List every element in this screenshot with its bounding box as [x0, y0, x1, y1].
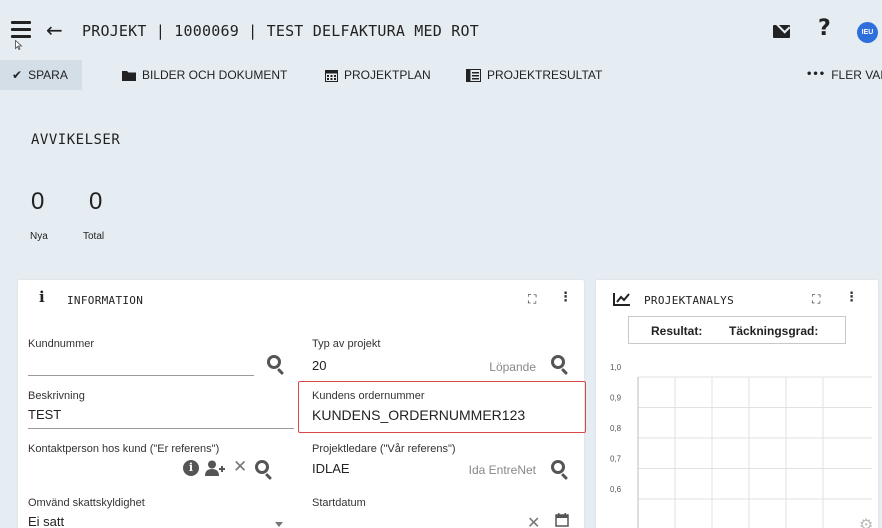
calendar-icon[interactable] — [555, 513, 569, 527]
table-icon — [466, 68, 481, 82]
folder-icon — [122, 70, 136, 81]
back-arrow-icon[interactable]: ← — [46, 18, 63, 42]
customer-order-number-field[interactable]: Kundens ordernummer KUNDENS_ORDERNUMMER1… — [312, 390, 576, 432]
project-type-label: Typ av projekt — [312, 338, 381, 350]
clear-icon[interactable]: ✕ — [527, 513, 540, 528]
y-tick-label: 1,0 — [610, 363, 622, 372]
check-icon: ✔ — [12, 68, 23, 82]
project-manager-label: Projektledare ("Vår referens") — [312, 443, 456, 455]
project-plan-button[interactable]: PROJEKTPLAN — [325, 60, 431, 90]
project-result-button[interactable]: PROJEKTRESULTAT — [466, 60, 602, 90]
project-manager-value: IDLAE — [312, 461, 350, 476]
start-date-label: Startdatum — [312, 497, 366, 509]
project-manager-hint: Ida EntreNet — [468, 463, 536, 477]
information-card-header: i INFORMATION ⛶ ⋮ — [18, 280, 584, 316]
menu-icon[interactable] — [11, 21, 31, 39]
reverse-vat-field[interactable]: Omvänd skattskyldighet Ei satt — [28, 497, 288, 528]
search-icon[interactable] — [551, 460, 565, 474]
project-plan-label: PROJEKTPLAN — [344, 68, 431, 82]
deviations-new-count[interactable]: 0 — [31, 188, 44, 216]
customer-order-number-value: KUNDENS_ORDERNUMMER123 — [312, 407, 526, 423]
top-bar: ← PROJEKT | 1000069 | TEST DELFAKTURA ME… — [0, 0, 882, 60]
save-button[interactable]: ✔ SPARA — [0, 60, 82, 90]
avatar[interactable]: IEU — [857, 22, 878, 43]
search-icon[interactable] — [267, 355, 281, 369]
calendar-icon — [325, 69, 338, 82]
project-analysis-card: PROJEKTANALYS ⛶ ⋮ Resultat: Täckningsgra… — [596, 280, 878, 528]
project-manager-field[interactable]: Projektledare ("Vår referens") IDLAE Ida… — [312, 443, 576, 483]
deviations-total-count[interactable]: 0 — [89, 188, 102, 216]
start-date-field[interactable]: Startdatum ✕ — [312, 497, 576, 528]
info-icon: i — [39, 288, 45, 306]
description-value: TEST — [28, 407, 62, 422]
add-user-icon[interactable] — [205, 460, 225, 476]
project-result-label: PROJEKTRESULTAT — [487, 68, 603, 82]
contact-person-field[interactable]: Kontaktperson hos kund ("Er referens") i… — [28, 443, 290, 483]
cursor-icon — [15, 40, 23, 50]
project-type-hint: Löpande — [489, 360, 536, 374]
save-button-label: SPARA — [28, 68, 68, 82]
page-title: PROJEKT | 1000069 | TEST DELFAKTURA MED … — [82, 22, 479, 40]
customer-order-number-label: Kundens ordernummer — [312, 390, 425, 402]
mail-icon[interactable] — [773, 25, 790, 38]
project-type-value: 20 — [312, 358, 327, 373]
description-label: Beskrivning — [28, 390, 85, 402]
deviations-title: AVVIKELSER — [31, 132, 121, 148]
contact-person-label: Kontaktperson hos kund ("Er referens") — [28, 443, 220, 455]
customer-number-field[interactable]: Kundnummer — [28, 338, 288, 378]
expand-icon[interactable]: ⛶ — [528, 292, 536, 307]
deviations-total-label: Total — [83, 231, 105, 242]
customer-number-underline — [28, 375, 254, 376]
y-tick-label: 0,8 — [610, 424, 622, 433]
reverse-vat-label: Omvänd skattskyldighet — [28, 497, 145, 509]
dropdown-arrow-icon[interactable] — [275, 522, 283, 527]
y-tick-label: 0,6 — [610, 485, 622, 494]
analysis-chart: 1,0 0,9 0,8 0,7 0,6 — [610, 363, 872, 528]
action-toolbar: ✔ SPARA BILDER OCH DOKUMENT PROJEKTPLAN … — [0, 60, 882, 90]
ellipsis-icon: ••• — [806, 69, 826, 80]
gear-icon[interactable]: ⚙ — [859, 515, 873, 528]
search-icon[interactable] — [551, 355, 565, 369]
info-circle-icon[interactable]: i — [183, 460, 199, 476]
images-documents-button[interactable]: BILDER OCH DOKUMENT — [122, 60, 287, 90]
search-icon[interactable] — [255, 460, 269, 474]
description-underline — [28, 428, 294, 429]
customer-number-label: Kundnummer — [28, 338, 95, 350]
deviations-new-label: Nya — [30, 231, 48, 242]
y-tick-label: 0,9 — [610, 394, 622, 403]
project-type-field[interactable]: Typ av projekt 20 Löpande — [312, 338, 576, 378]
reverse-vat-value: Ei satt — [28, 514, 65, 528]
more-options-button[interactable]: ••• FLER VAL — [806, 60, 882, 90]
description-field[interactable]: Beskrivning TEST — [28, 390, 294, 432]
images-documents-label: BILDER OCH DOKUMENT — [142, 68, 288, 82]
clear-icon[interactable]: ✕ — [233, 457, 247, 477]
y-tick-label: 0,7 — [610, 455, 622, 464]
more-options-label: FLER VAL — [831, 68, 882, 82]
help-icon[interactable]: ? — [818, 16, 831, 41]
information-card-title: INFORMATION — [67, 294, 144, 307]
kebab-menu-icon[interactable]: ⋮ — [559, 290, 572, 305]
